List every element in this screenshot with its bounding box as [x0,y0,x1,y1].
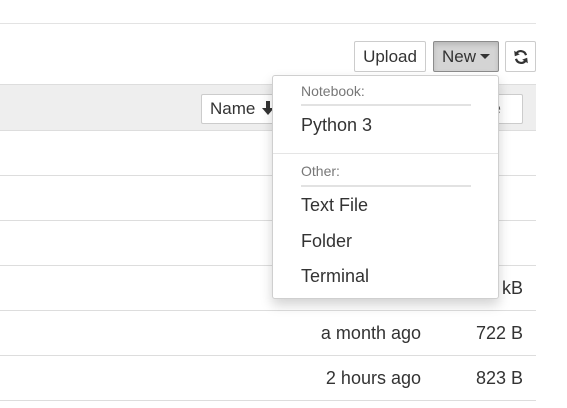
row-modified: 2 hours ago [325,368,421,388]
file-row[interactable]: 2 hours ago 823 B [0,356,536,401]
menu-item-terminal[interactable]: Terminal [301,266,369,287]
menu-divider [301,104,471,106]
sort-by-name-button[interactable]: Name [201,94,281,124]
menu-item-python3[interactable]: Python 3 [301,115,372,136]
file-row[interactable]: a month ago 722 B [0,311,536,356]
top-divider [0,23,536,24]
row-size: 823 B [475,368,523,388]
refresh-button[interactable] [505,41,536,72]
upload-button-label: Upload [363,47,417,66]
row-modified: a month ago [320,323,421,343]
menu-divider [301,185,471,187]
name-sort-label: Name [210,99,256,118]
new-button-label: New [441,47,476,66]
other-section-header: Other: [301,163,340,179]
upload-button[interactable]: Upload [354,41,426,72]
notebook-section-header: Notebook: [301,83,365,99]
new-dropdown-menu: Notebook: Python 3 Other: Text File Fold… [272,75,499,299]
caret-down-icon [480,54,490,59]
menu-item-text-file[interactable]: Text File [301,195,368,216]
row-size: kB [501,278,523,298]
menu-item-folder[interactable]: Folder [301,231,352,252]
refresh-icon [514,50,528,64]
row-size: 722 B [475,323,523,343]
new-dropdown-button[interactable]: New [433,41,499,72]
menu-separator [273,153,498,154]
